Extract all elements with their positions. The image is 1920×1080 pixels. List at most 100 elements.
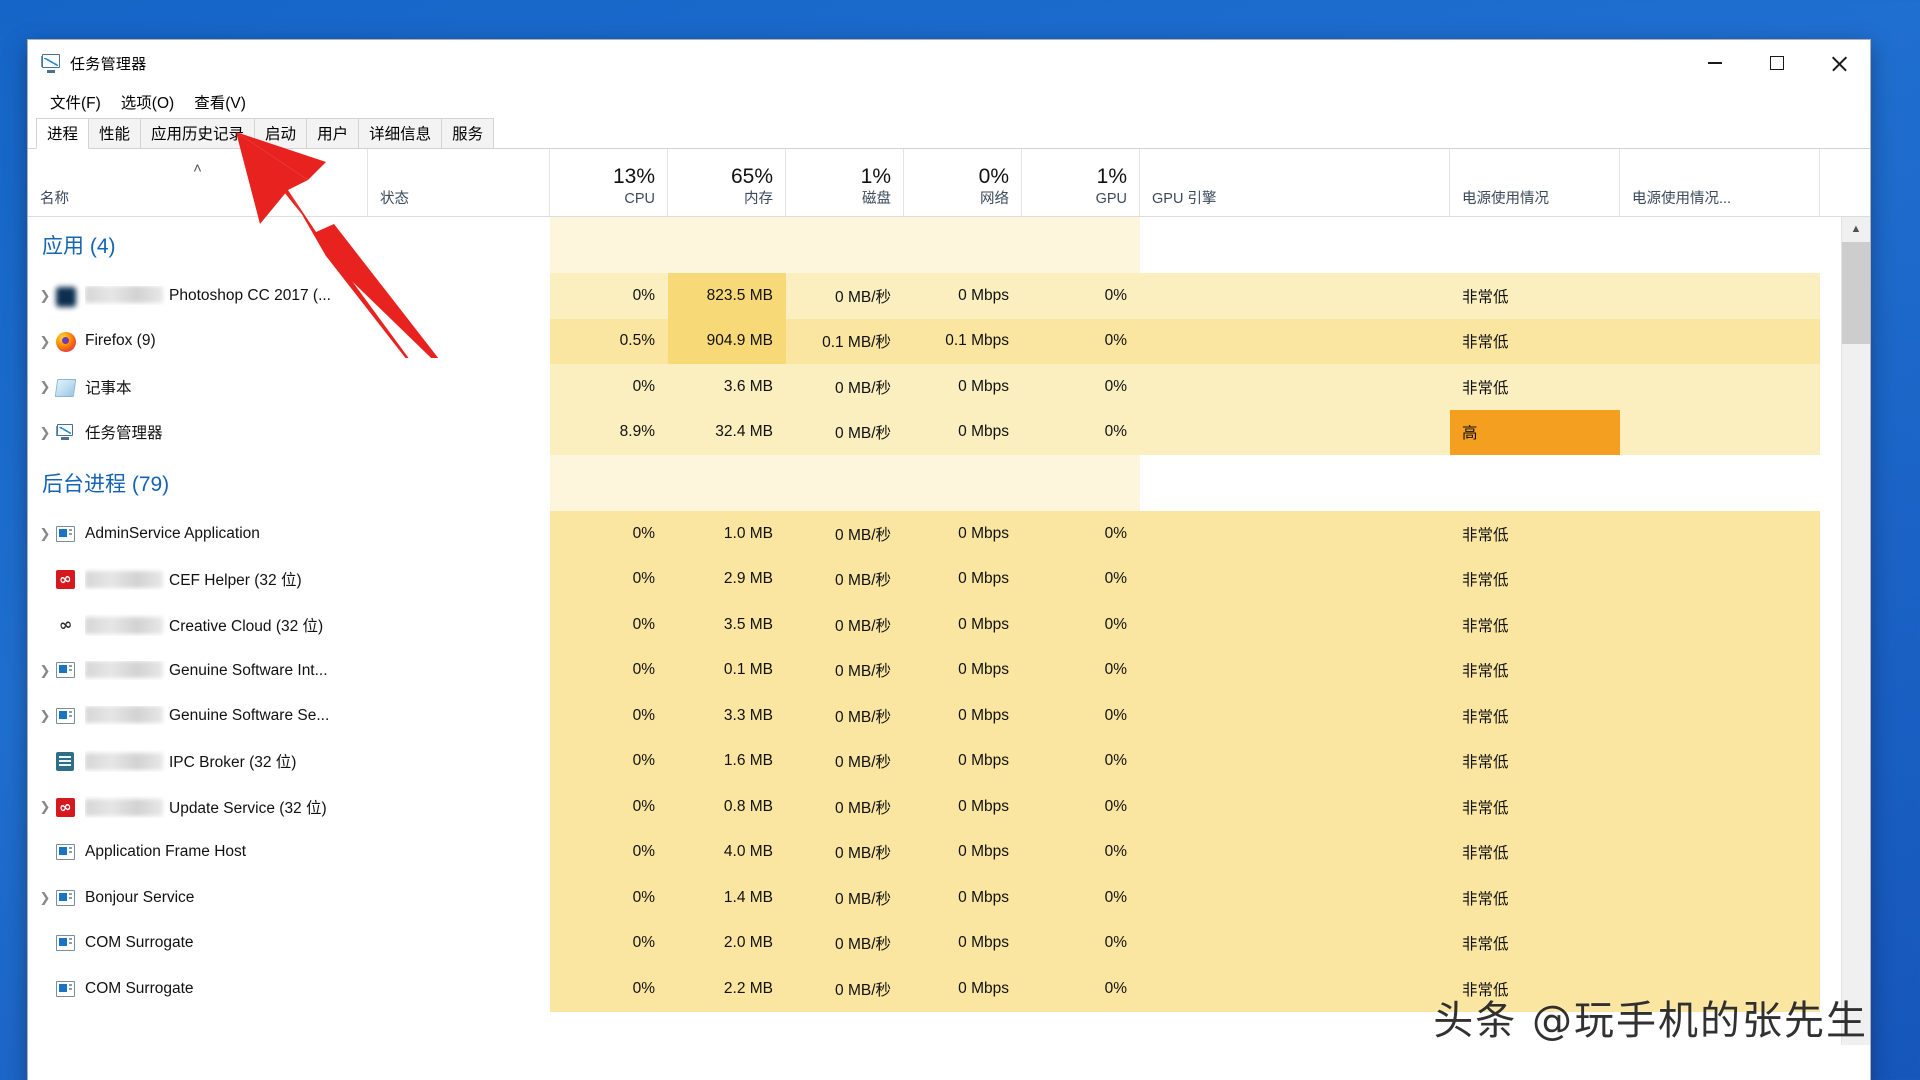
expand-chevron-icon[interactable]: ❯ [34,891,56,904]
process-group-header[interactable]: 应用 (4) [28,217,1820,273]
cell-disk: 0 MB/秒 [786,647,904,693]
tab-2[interactable]: 应用历史记录 [140,118,256,148]
process-row[interactable]: ❯ 记事本 0% 3.6 MB 0 MB/秒 0 Mbps 0% 非常低 [28,364,1820,410]
process-row[interactable]: ❯ Firefox (9) 0.5% 904.9 MB 0.1 MB/秒 0.1 Mbps… [28,318,1820,364]
process-row[interactable]: ❯IPC Broker (32 位)0%1.6 MB0 MB/秒0 Mbps0%… [28,738,1820,784]
column-header-pwr[interactable]: 电源使用情况 [1450,149,1620,216]
column-usage-value-pwr [1450,166,1619,192]
process-name-text: Genuine Software Int... [169,661,328,679]
expand-chevron-icon[interactable]: ❯ [34,380,56,393]
cell-status [368,920,550,966]
cell-status [368,511,550,557]
menu-item-0[interactable]: 文件(F) [40,88,111,116]
tab-6[interactable]: 服务 [441,118,495,148]
menu-item-1[interactable]: 选项(O) [111,88,184,116]
cell-cpu: 0% [550,511,668,557]
expand-chevron-icon[interactable]: ❯ [34,289,56,302]
process-row[interactable]: ❯ 任务管理器 8.9% 32.4 MB 0 MB/秒 0 Mbps 0% 高 [28,409,1820,455]
cell-mem: 3.5 MB [668,602,786,648]
process-row[interactable]: ❯CEF Helper (32 位)0%2.9 MB0 MB/秒0 Mbps0%… [28,556,1820,602]
process-row[interactable]: ❯ AdminService Application 0% 1.0 MB 0 MB/秒 0… [28,511,1820,557]
process-group-header[interactable]: 后台进程 (79) [28,455,1820,511]
column-usage-value-cpu: 13% [612,165,655,189]
cell-cpu: 0.5% [550,318,668,364]
maximize-button[interactable] [1746,40,1808,86]
process-name-label: Creative Cloud (32 位) [85,614,323,636]
menu-item-2[interactable]: 查看(V) [184,88,256,116]
process-row[interactable]: ❯ Photoshop CC 2017 (... 0% 823.5 MB 0 MB/秒 0… [28,273,1820,319]
process-row[interactable]: ❯ Genuine Software Int... 0% 0.1 MB 0 MB/秒 0 … [28,647,1820,693]
expand-chevron-icon[interactable]: ❯ [34,709,56,722]
expand-chevron-icon[interactable]: ❯ [34,426,56,439]
cell-cpu: 0% [550,273,668,319]
column-header-pwrt[interactable]: 电源使用情况... [1620,149,1820,216]
expand-chevron-icon[interactable]: ❯ [34,664,56,677]
column-header-disk[interactable]: 1% 磁盘 [786,149,904,216]
column-header-cpu[interactable]: 13% CPU [550,149,668,216]
process-row[interactable]: ❯Creative Cloud (32 位)0%3.5 MB0 MB/秒0 Mb… [28,602,1820,648]
group-header-cell-net [904,217,1022,273]
firefox-icon [56,330,78,353]
creative-cloud-red-icon [56,796,78,818]
cell-mem: 0.8 MB [668,784,786,830]
column-label-disk: 磁盘 [862,191,891,208]
tab-4[interactable]: 用户 [306,118,360,148]
cell-cpu: 0% [550,364,668,410]
process-row[interactable]: ❯COM Surrogate0%2.0 MB0 MB/秒0 Mbps0%非常低 [28,920,1820,966]
process-name-text: Photoshop CC 2017 (... [169,287,331,305]
column-header-gpueng[interactable]: GPU 引擎 [1140,149,1450,216]
task-manager-icon [41,53,61,73]
cell-power-usage: 非常低 [1450,647,1620,693]
column-header-name[interactable]: ˄ 名称 [28,149,368,216]
column-header-mem[interactable]: 65% 内存 [668,149,786,216]
tab-1[interactable]: 性能 [88,118,142,148]
cell-power-usage-trend [1620,318,1820,364]
cell-disk: 0 MB/秒 [786,556,904,602]
task-manager-window: 任务管理器 文件(F) 选项(O) 查看(V) 进程 性能 应用历史记录 启动 用户 详细信息… [28,40,1870,1080]
tab-5[interactable]: 详细信息 [358,118,443,148]
process-row[interactable]: ❯Application Frame Host0%4.0 MB0 MB/秒0 M… [28,829,1820,875]
column-header-gpu[interactable]: 1% GPU [1022,149,1140,216]
cell-net: 0 Mbps [904,409,1022,455]
tab-0[interactable]: 进程 [36,118,90,149]
window-controls [1684,40,1870,86]
window-icon [56,523,78,545]
tab-3[interactable]: 启动 [254,118,308,148]
process-row[interactable]: ❯Update Service (32 位)0%0.8 MB0 MB/秒0 Mb… [28,784,1820,830]
expand-chevron-icon[interactable]: ❯ [34,527,56,540]
column-header-net[interactable]: 0% 网络 [904,149,1022,216]
column-usage-value-mem: 65% [730,165,773,189]
cell-mem: 904.9 MB [668,318,786,364]
vertical-scrollbar[interactable]: ▲ [1841,217,1870,1045]
expand-chevron-icon[interactable]: ❯ [34,800,56,813]
cell-power-usage-trend [1620,273,1820,319]
process-row[interactable]: ❯ Genuine Software Se... 0% 3.3 MB 0 MB/秒 0 M… [28,693,1820,739]
cell-mem: 3.6 MB [668,364,786,410]
group-header-cell-gpueng [1140,455,1450,511]
cell-cpu: 0% [550,784,668,830]
cell-net: 0 Mbps [904,273,1022,319]
close-button[interactable] [1808,40,1870,86]
group-header-cell-mem [668,217,786,273]
process-row[interactable]: ❯ Bonjour Service 0% 1.4 MB 0 MB/秒 0 Mbps 0% 非常… [28,875,1820,921]
cell-power-usage-trend [1620,364,1820,410]
cell-net: 0 Mbps [904,693,1022,739]
expand-chevron-icon[interactable]: ❯ [34,335,56,348]
scrollbar-thumb[interactable] [1842,242,1870,344]
window-icon [56,659,78,681]
cell-cpu: 0% [550,556,668,602]
cell-disk: 0 MB/秒 [786,875,904,921]
window-icon [56,705,78,727]
process-name-cell: ❯Application Frame Host [28,829,368,875]
minimize-button[interactable] [1684,40,1746,86]
cell-net: 0 Mbps [904,875,1022,921]
process-group-title: 后台进程 (79) [42,473,170,496]
cell-disk: 0 MB/秒 [786,364,904,410]
scroll-up-button[interactable]: ▲ [1842,217,1870,242]
cell-status [368,693,550,739]
group-header-cell-net [904,455,1022,511]
process-group-title: 应用 (4) [42,235,116,258]
cell-power-usage-trend [1620,647,1820,693]
process-name-cell: ❯ Bonjour Service [28,875,368,921]
column-header-status[interactable]: 状态 [368,149,550,216]
